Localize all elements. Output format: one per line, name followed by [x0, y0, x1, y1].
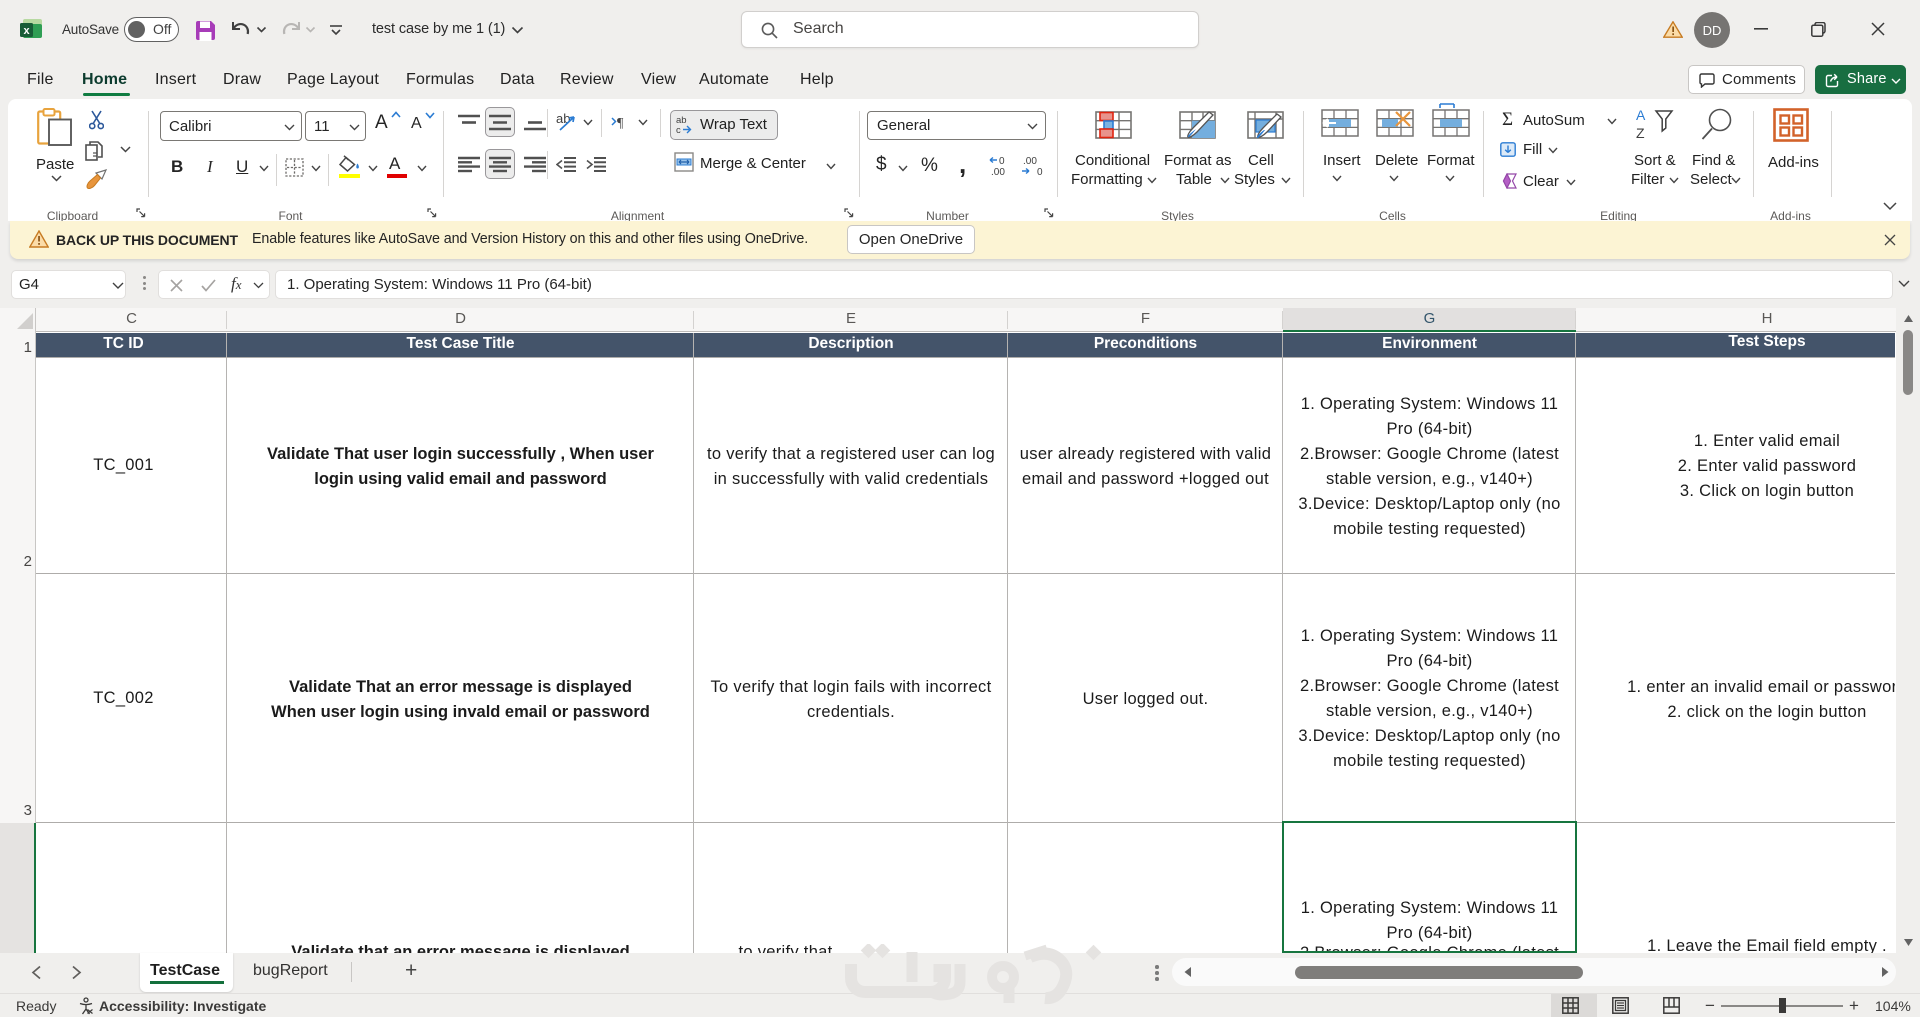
svg-text:x: x — [23, 25, 30, 37]
svg-text:.00: .00 — [1023, 156, 1037, 167]
svg-text:ab: ab — [556, 111, 570, 126]
svg-text:c: c — [676, 125, 681, 135]
svg-text:0: 0 — [999, 156, 1005, 167]
svg-text:¶: ¶ — [617, 116, 624, 130]
svg-text:0: 0 — [1037, 167, 1043, 177]
svg-text:.00: .00 — [991, 167, 1005, 177]
svg-text:A: A — [1636, 108, 1646, 123]
svg-text:Z: Z — [1636, 125, 1645, 141]
